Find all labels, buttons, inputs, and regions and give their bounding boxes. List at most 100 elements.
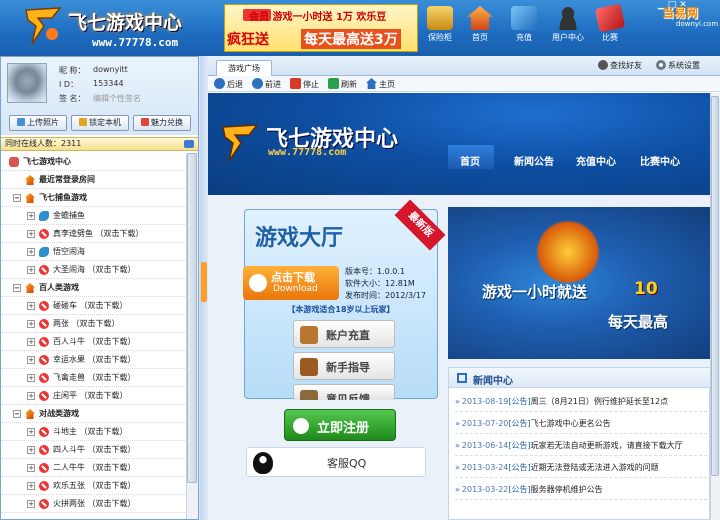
site-logo-icon — [222, 124, 259, 162]
tree-item[interactable]: + 大圣闹海 （双击下载） — [1, 261, 185, 279]
site-nav-news[interactable]: 新闻公告 — [514, 153, 554, 168]
promo-slide[interactable]: 游戏一小时就送 10 每天最高 — [448, 207, 710, 359]
news-item[interactable]: » 2013-07-20[公告]飞七游戏中心更名公告 — [455, 414, 707, 434]
expand-icon[interactable]: + — [27, 338, 35, 346]
tree-item-recent[interactable]: 最近常登录房间 — [1, 171, 185, 189]
promo-banner[interactable]: 会员 游戏一小时送 1万 欢乐豆 疯狂送 每天最高送3万 — [224, 4, 418, 52]
expand-icon[interactable]: + — [27, 302, 35, 310]
lobby-download-card: 游戏大厅 最新版 点击下载 Download 版本号：1.0.0.1 软件大小：… — [243, 199, 446, 400]
pin-icon[interactable] — [184, 140, 194, 148]
feedback-button[interactable]: 意见反馈 — [293, 384, 395, 400]
heart-icon — [141, 118, 149, 126]
expand-icon[interactable]: + — [27, 464, 35, 472]
tree-group-battle[interactable]: − 对战类游戏 — [1, 405, 185, 423]
tree-item[interactable]: + 金蟾捕鱼 — [1, 207, 185, 225]
account-recharge-button[interactable]: 账户充直 — [293, 320, 395, 348]
site-nav-match[interactable]: 比赛中心 — [640, 153, 680, 168]
collapse-icon[interactable]: − — [13, 284, 21, 292]
tree-label: 百人类游戏 — [39, 283, 79, 292]
tree-item[interactable]: + 两张 （双击下载） — [1, 315, 185, 333]
expand-icon[interactable]: + — [27, 374, 35, 382]
expand-icon[interactable]: + — [27, 356, 35, 364]
lock-machine-button[interactable]: 锁定本机 — [71, 115, 129, 131]
nav-safe-button[interactable]: 保险柜 — [418, 6, 462, 52]
id-value: 153344 — [93, 79, 124, 88]
tree-item[interactable]: + 悟空闹海 — [1, 243, 185, 261]
news-item[interactable]: » 2013-03-22[公告]服务器停机维护公告 — [455, 480, 707, 500]
expand-icon[interactable]: + — [27, 482, 35, 490]
upload-photo-button[interactable]: 上传照片 — [9, 115, 67, 131]
user-icon — [555, 6, 581, 30]
forward-label: 前进 — [265, 80, 281, 89]
expand-icon[interactable]: + — [27, 500, 35, 508]
house-icon — [25, 175, 35, 185]
expand-icon[interactable]: + — [27, 428, 35, 436]
app-logo-title: 飞七游戏中心 — [68, 12, 183, 34]
expand-icon[interactable]: + — [27, 212, 35, 220]
avatar[interactable] — [7, 63, 47, 103]
collapse-icon[interactable]: − — [13, 194, 21, 202]
tab-game-plaza[interactable]: 游戏广场 — [216, 60, 272, 76]
news-item[interactable]: » 2013-03-24[公告]近期无法登陆或无法进入游戏的问题 — [455, 458, 707, 478]
find-friend-button[interactable]: 查找好友 — [598, 60, 642, 71]
news-date: 2013-08-19 — [461, 397, 509, 406]
arrow-right-icon — [293, 418, 309, 434]
news-item[interactable]: » 2013-08-19[公告]周三（8月21日）例行维护延长至12点 — [455, 392, 707, 412]
expand-icon[interactable]: + — [27, 446, 35, 454]
home-icon — [366, 78, 377, 89]
nav-home-button[interactable]: 首页 — [458, 6, 502, 52]
system-settings-button[interactable]: 系统设置 — [656, 60, 700, 71]
tree-scroll-thumb[interactable] — [187, 153, 197, 483]
charm-exchange-button[interactable]: 魅力兑换 — [133, 115, 191, 131]
tree-item[interactable]: + 欢乐五张 （双击下载） — [1, 477, 185, 495]
tree-item[interactable]: + 百人斗牛 （双击下载） — [1, 333, 185, 351]
tree-item[interactable]: + 二人牛牛 （双击下载） — [1, 459, 185, 477]
register-button[interactable]: 立即注册 — [284, 409, 396, 441]
not-installed-icon — [39, 265, 49, 275]
tree-label: 百人斗牛 （双击下载） — [53, 337, 136, 346]
news-title: 新闻中心 — [473, 376, 513, 387]
expand-icon[interactable]: + — [27, 320, 35, 328]
home-button[interactable]: 主页 — [366, 78, 395, 91]
tree-item[interactable]: + 四人斗牛 （双击下载） — [1, 441, 185, 459]
news-item[interactable]: » 2013-06-14[公告]玩家若无法自动更新游戏，请直接下载大厅 — [455, 436, 707, 456]
expand-icon[interactable]: + — [27, 248, 35, 256]
stop-label: 停止 — [303, 80, 319, 89]
forward-button[interactable]: 前进 — [252, 78, 281, 91]
expand-icon[interactable]: + — [27, 266, 35, 274]
site-nav-home[interactable]: 首页 — [460, 153, 480, 168]
nav-recharge-button[interactable]: 充值 — [502, 6, 546, 52]
tree-item[interactable]: + 幸运水果 （双击下载） — [1, 351, 185, 369]
news-text: 玩家若无法自动更新游戏，请直接下载大厅 — [530, 441, 683, 450]
newbie-guide-button[interactable]: 新手指导 — [293, 352, 395, 380]
nav-match-button[interactable]: 比赛 — [588, 3, 632, 52]
tree-root[interactable]: 飞七游戏中心 — [1, 153, 185, 171]
tree-label: 大圣闹海 （双击下载） — [53, 265, 136, 274]
stop-button[interactable]: 停止 — [290, 78, 319, 91]
download-button[interactable]: 点击下载 Download — [243, 266, 339, 300]
tree-item[interactable]: + 火拼两张 （双击下载） — [1, 495, 185, 513]
site-nav-recharge[interactable]: 充值中心 — [576, 153, 616, 168]
tree-label: 四人斗牛 （双击下载） — [53, 445, 136, 454]
size-text: 软件大小：12.81M — [345, 279, 415, 288]
bullet-icon: » — [455, 463, 460, 472]
tree-item[interactable]: + 碰碰车 （双击下载） — [1, 297, 185, 315]
expand-icon[interactable]: + — [27, 392, 35, 400]
tree-item[interactable]: + 真李逵劈鱼 （双击下载） — [1, 225, 185, 243]
qq-support-box[interactable]: 客服QQ — [246, 447, 426, 477]
tree-item[interactable]: + 斗地主 （双击下载） — [1, 423, 185, 441]
sign-input[interactable]: 编辑个性签名 — [93, 93, 141, 104]
refresh-button[interactable]: 刷新 — [328, 78, 357, 91]
tree-group-fishing[interactable]: − 飞七捕鱼游戏 — [1, 189, 185, 207]
tree-label: 火拼两张 （双击下载） — [53, 499, 136, 508]
stop-icon — [290, 78, 301, 89]
nav-user-center-button[interactable]: 用户中心 — [546, 6, 590, 52]
collapse-icon[interactable]: − — [13, 410, 21, 418]
tree-item[interactable]: + 飞禽走兽 （双击下载） — [1, 369, 185, 387]
back-button[interactable]: 后退 — [214, 78, 243, 91]
tree-item[interactable]: + 庄闲平 （双击下载） — [1, 387, 185, 405]
collapse-handle[interactable] — [201, 262, 207, 302]
expand-icon[interactable]: + — [27, 230, 35, 238]
content-scroll-thumb[interactable] — [711, 96, 719, 476]
tree-group-hundred[interactable]: − 百人类游戏 — [1, 279, 185, 297]
